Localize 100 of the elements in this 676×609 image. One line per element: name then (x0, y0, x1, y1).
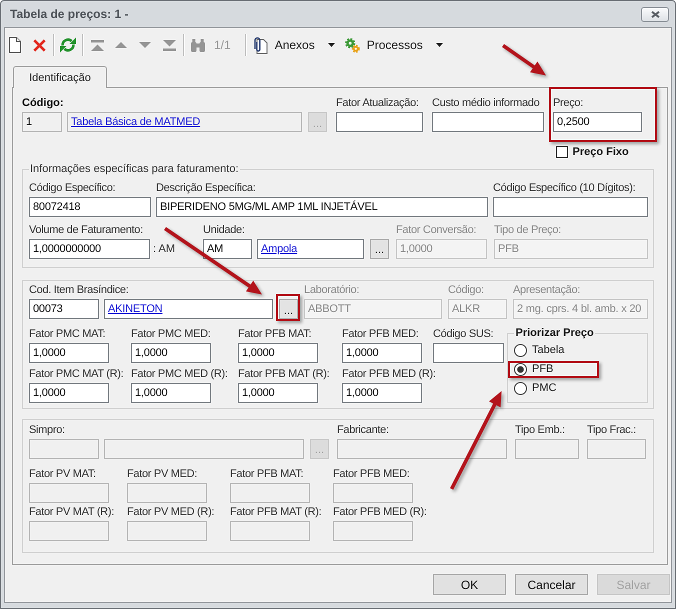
close-icon (650, 10, 660, 18)
field-label: Fator PFB MAT: (230, 468, 304, 481)
field-label: Volume de Faturamento: (29, 224, 143, 236)
radio-button[interactable] (514, 344, 527, 356)
text-field[interactable]: BIPERIDENO 5MG/ML AMP 1ML INJETÁVEL (156, 196, 488, 216)
text-field[interactable] (515, 438, 579, 458)
text-field[interactable]: 1,0000 (29, 343, 109, 363)
field-label: Código SUS: (433, 328, 494, 341)
field-label: Descrição Específica: (156, 182, 256, 194)
tab[interactable]: Identificação (13, 66, 107, 88)
attachments-menu-button[interactable]: Anexos (248, 33, 339, 57)
text-field[interactable] (336, 112, 423, 132)
field-label: Tipo Emb.: (515, 424, 565, 436)
text-field[interactable] (432, 112, 544, 132)
field-label: Cod. Item Brasíndice: (29, 284, 128, 297)
field-label: Tipo de Preço: (494, 224, 561, 236)
checkbox-label: Preço Fixo (572, 146, 629, 158)
text-field[interactable] (29, 483, 109, 503)
lookup-button[interactable]: ... (279, 299, 298, 319)
field-label: Fator PFB MAT (R): (230, 506, 322, 519)
text-field[interactable]: 1,0000 (238, 382, 318, 402)
field-label: Fator PV MED (R): (127, 506, 214, 519)
text-field[interactable] (337, 438, 507, 458)
text-field[interactable] (230, 521, 310, 541)
field-label: Fator PFB MED (R): (342, 368, 436, 380)
field-label: Fator PFB MAT: (238, 328, 312, 341)
field-label: Fator PMC MED (R): (131, 368, 228, 380)
field-label: Código: (448, 284, 484, 297)
up-triangle-icon (115, 42, 127, 48)
text-field[interactable]: 1,0000 (131, 343, 211, 363)
text-field[interactable] (333, 483, 413, 503)
field-label: Unidade: (203, 224, 245, 236)
text-field[interactable] (127, 483, 207, 503)
caret-icon (436, 43, 443, 47)
dialog-button[interactable]: OK (433, 574, 506, 595)
text-field[interactable] (433, 343, 504, 363)
caret-icon (328, 43, 335, 47)
lookup-button[interactable]: ... (370, 238, 389, 258)
text-field[interactable]: 1,0000 (342, 343, 422, 363)
code-field[interactable]: AM (203, 238, 252, 258)
field-label: Fator PV MAT (R): (29, 506, 114, 519)
record-counter: 1/1 (213, 38, 232, 52)
text-field[interactable] (587, 438, 646, 458)
bar-down-triangle-icon (162, 40, 176, 50)
field-label: Fator PMC MAT: (29, 328, 106, 341)
document-icon (9, 37, 21, 53)
radio-label[interactable]: PMC (532, 382, 556, 394)
text-field[interactable] (127, 521, 207, 541)
field-label: Código Específico (10 Dígitos): (493, 182, 636, 194)
text-field[interactable] (29, 521, 109, 541)
code-field[interactable]: 1 (22, 112, 62, 132)
text-field[interactable]: 0,2500 (553, 112, 642, 132)
radio-button[interactable] (514, 382, 527, 394)
code-field[interactable]: 00073 (29, 299, 99, 319)
link-field[interactable] (104, 438, 304, 458)
checkbox[interactable] (556, 146, 568, 158)
text-field[interactable] (230, 483, 310, 503)
group-title: Informações específicas para faturamento: (29, 162, 240, 176)
text-field[interactable]: 1,0000 (29, 382, 109, 402)
close-button[interactable] (641, 6, 669, 22)
link-field[interactable]: AKINETON (104, 299, 273, 319)
binoculars-icon (191, 38, 205, 52)
text-field[interactable]: 1,0000 (131, 382, 211, 402)
field-label: Fator PV MED: (127, 468, 198, 481)
group-title: Priorizar Preço (514, 326, 595, 340)
radio-button[interactable] (514, 362, 527, 376)
field-label: Laboratório: (304, 284, 360, 297)
text-field[interactable]: 1,0000 (342, 382, 422, 402)
link-field[interactable]: Ampola (257, 238, 364, 258)
radio-label[interactable]: Tabela (532, 344, 564, 356)
paperclip-document-icon (254, 36, 268, 54)
field-label: Fator Atualização: (336, 97, 419, 110)
code-field[interactable] (29, 438, 99, 458)
text-field[interactable]: 1,0000 (238, 343, 318, 363)
link-field[interactable]: Tabela Básica de MATMED (67, 112, 302, 132)
text-field[interactable] (493, 196, 648, 216)
text-field[interactable]: 80072418 (29, 196, 151, 216)
field-label: Fator PMC MAT (R): (29, 368, 124, 380)
down-triangle-icon (139, 42, 151, 48)
field-label: Simpro: (29, 424, 65, 436)
field-label: Tipo Frac.: (587, 424, 636, 436)
field-label: Fabricante: (337, 424, 389, 436)
text-field[interactable]: 1,0000000000 (29, 238, 150, 258)
window-title: Tabela de preços: 1 - (10, 7, 128, 21)
cross-icon (32, 38, 46, 52)
bar-up-triangle-icon (90, 40, 104, 50)
field-label: Custo médio informado (432, 97, 540, 110)
field-label: Fator PFB MED: (342, 328, 418, 341)
circular-arrows-icon (60, 37, 76, 53)
dialog-button[interactable]: Cancelar (515, 574, 588, 595)
field-label: Código: (22, 97, 64, 110)
field-label: Fator PV MAT: (29, 468, 96, 481)
text-field[interactable] (333, 521, 413, 541)
gears-icon (344, 38, 360, 52)
field-label: Apresentação: (513, 284, 580, 297)
unit-suffix: : AM (153, 242, 176, 254)
radio-label[interactable]: PFB (532, 363, 554, 375)
field-label: Fator Conversão: (396, 224, 476, 236)
field-label: Fator PFB MED (R): (333, 506, 427, 519)
processes-menu-button[interactable]: Processos (338, 33, 447, 57)
